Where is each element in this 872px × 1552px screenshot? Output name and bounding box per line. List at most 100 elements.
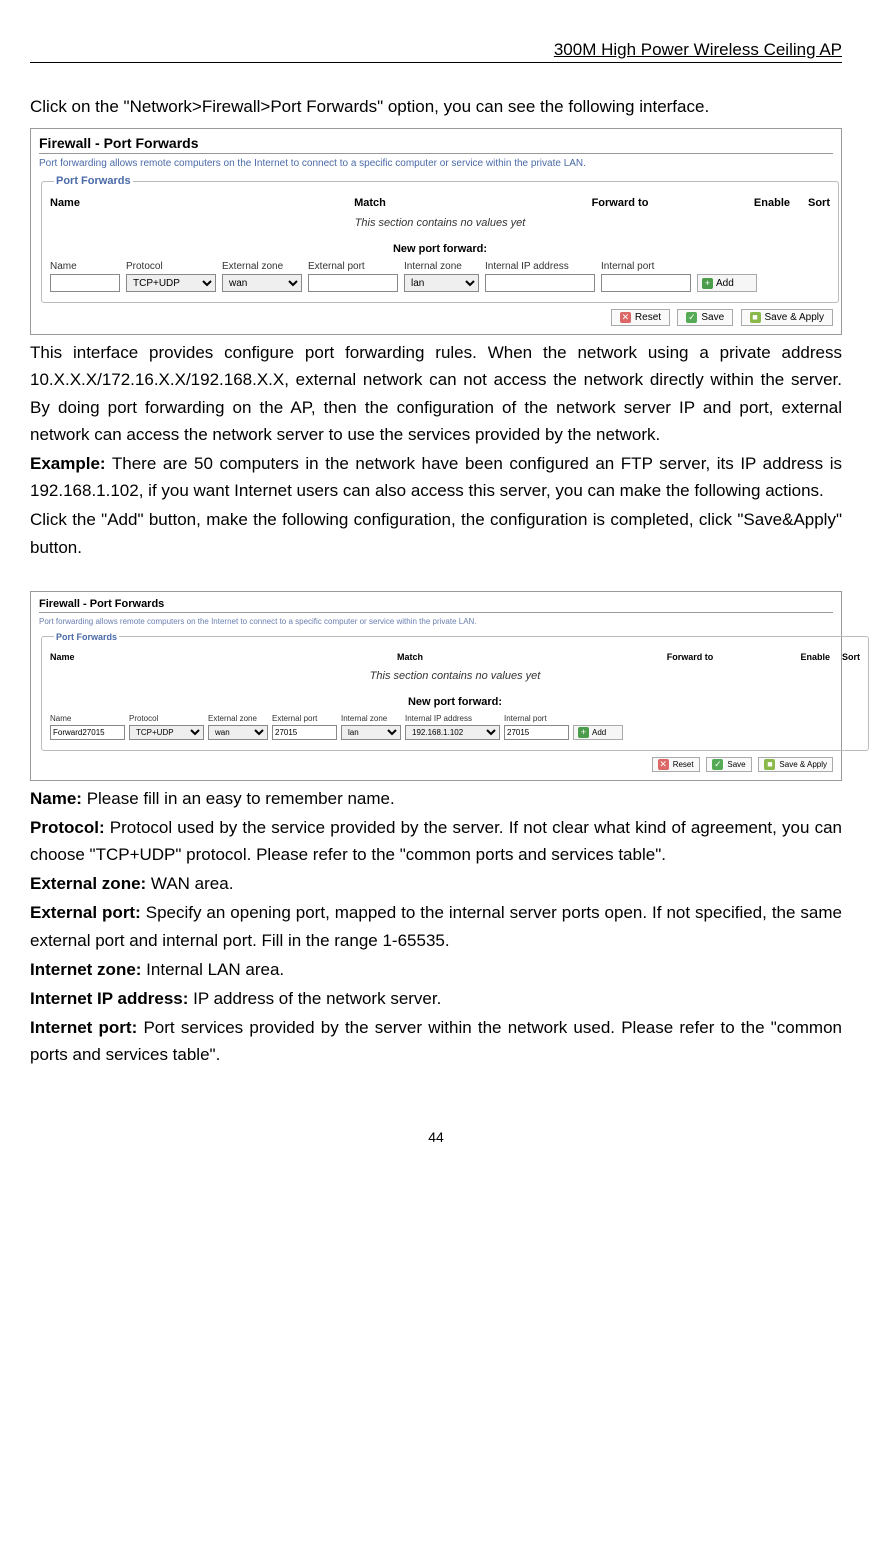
body-paragraph-2: Click the "Add" button, make the followi… [30, 506, 842, 560]
save-apply-label: Save & Apply [765, 312, 824, 323]
label-intzone: Internal zone [404, 261, 479, 272]
fieldset-legend: Port Forwards [54, 175, 133, 187]
port-forwards-fieldset: Port Forwards Name Match Forward to Enab… [41, 632, 869, 751]
panel-description: Port forwarding allows remote computers … [39, 158, 833, 169]
extzone-select[interactable]: wan [208, 725, 268, 740]
col-enable: Enable [780, 652, 830, 662]
extport-input[interactable] [308, 274, 398, 292]
intport-input[interactable] [601, 274, 691, 292]
reset-button[interactable]: ✕ Reset [611, 309, 670, 326]
save-apply-icon: ■ [750, 312, 761, 323]
def-protocol-text: Protocol used by the service provided by… [30, 818, 842, 864]
protocol-select[interactable]: TCP+UDP [129, 725, 204, 740]
extport-input[interactable] [272, 725, 337, 740]
intro-paragraph: Click on the "Network>Firewall>Port Forw… [30, 93, 842, 120]
label-extzone: External zone [208, 714, 268, 723]
intzone-select[interactable]: lan [341, 725, 401, 740]
reset-label: Reset [673, 760, 694, 769]
col-sort: Sort [790, 197, 830, 209]
page-header: 300M High Power Wireless Ceiling AP [30, 40, 842, 63]
form-labels-row: Name Protocol External zone External por… [50, 261, 830, 272]
def-intip-label: Internet IP address: [30, 989, 188, 1008]
save-icon: ✓ [686, 312, 697, 323]
def-intzone-text: Internal LAN area. [141, 960, 284, 979]
label-extzone: External zone [222, 261, 302, 272]
def-intport-text: Port services provided by the server wit… [30, 1018, 842, 1064]
label-name: Name [50, 261, 120, 272]
save-apply-label: Save & Apply [779, 760, 827, 769]
label-intzone: Internal zone [341, 714, 401, 723]
table-header-row: Name Match Forward to Enable Sort [50, 197, 830, 209]
label-intip: Internal IP address [485, 261, 595, 272]
screenshot-panel-1: Firewall - Port Forwards Port forwarding… [30, 128, 842, 335]
form-labels-row: Name Protocol External zone External por… [50, 714, 860, 723]
add-button[interactable]: + Add [573, 725, 623, 740]
save-button[interactable]: ✓ Save [677, 309, 733, 326]
table-header-row: Name Match Forward to Enable Sort [50, 652, 860, 662]
form-inputs-row: TCP+UDP wan lan + Add [50, 274, 830, 292]
save-label: Save [701, 312, 724, 323]
save-label: Save [727, 760, 745, 769]
example-text: There are 50 computers in the network ha… [30, 454, 842, 500]
save-apply-button[interactable]: ■ Save & Apply [741, 309, 833, 326]
form-inputs-row: TCP+UDP wan lan 192.168.1.102 + Add [50, 725, 860, 740]
add-icon: + [702, 278, 713, 289]
protocol-select[interactable]: TCP+UDP [126, 274, 216, 292]
action-buttons-row: ✕ Reset ✓ Save ■ Save & Apply [39, 309, 833, 326]
col-name: Name [50, 197, 220, 209]
def-intzone-label: Internet zone: [30, 960, 141, 979]
reset-label: Reset [635, 312, 661, 323]
save-apply-icon: ■ [764, 759, 775, 770]
label-extport: External port [308, 261, 398, 272]
name-input[interactable] [50, 725, 125, 740]
field-definitions: Name: Please fill in an easy to remember… [30, 785, 842, 1069]
empty-table-note: This section contains no values yet [50, 670, 860, 682]
def-extzone-text: WAN area. [146, 874, 233, 893]
body-paragraph-1: This interface provides configure port f… [30, 339, 842, 448]
label-protocol: Protocol [126, 261, 216, 272]
example-paragraph: Example: There are 50 computers in the n… [30, 450, 842, 504]
save-apply-button[interactable]: ■ Save & Apply [758, 757, 833, 772]
intip-select[interactable]: 192.168.1.102 [405, 725, 500, 740]
empty-table-note: This section contains no values yet [50, 217, 830, 229]
col-name: Name [50, 652, 220, 662]
new-port-heading: New port forward: [50, 696, 860, 708]
intzone-select[interactable]: lan [404, 274, 479, 292]
def-extport-label: External port: [30, 903, 141, 922]
reset-icon: ✕ [620, 312, 631, 323]
label-name: Name [50, 714, 125, 723]
extzone-select[interactable]: wan [222, 274, 302, 292]
add-icon: + [578, 727, 589, 738]
panel-title: Firewall - Port Forwards [39, 135, 833, 154]
col-match: Match [220, 197, 520, 209]
col-match: Match [220, 652, 600, 662]
def-protocol-label: Protocol: [30, 818, 105, 837]
def-extport-text: Specify an opening port, mapped to the i… [30, 903, 842, 949]
page-number: 44 [30, 1129, 842, 1145]
panel-title: Firewall - Port Forwards [39, 598, 833, 613]
intport-input[interactable] [504, 725, 569, 740]
label-intport: Internal port [601, 261, 691, 272]
col-forward: Forward to [520, 197, 720, 209]
add-button[interactable]: + Add [697, 274, 757, 292]
def-intip-text: IP address of the network server. [188, 989, 441, 1008]
add-label: Add [716, 278, 734, 289]
save-button[interactable]: ✓ Save [706, 757, 751, 772]
label-protocol: Protocol [129, 714, 204, 723]
label-intip: Internal IP address [405, 714, 500, 723]
col-enable: Enable [720, 197, 790, 209]
fieldset-legend: Port Forwards [54, 632, 119, 642]
screenshot-panel-2: Firewall - Port Forwards Port forwarding… [30, 591, 842, 781]
label-intport: Internal port [504, 714, 569, 723]
def-name-label: Name: [30, 789, 82, 808]
port-forwards-fieldset: Port Forwards Name Match Forward to Enab… [41, 175, 839, 303]
name-input[interactable] [50, 274, 120, 292]
intip-input[interactable] [485, 274, 595, 292]
col-forward: Forward to [600, 652, 780, 662]
def-extzone-label: External zone: [30, 874, 146, 893]
new-port-heading: New port forward: [50, 243, 830, 255]
def-name-text: Please fill in an easy to remember name. [82, 789, 395, 808]
panel-description: Port forwarding allows remote computers … [39, 617, 833, 626]
action-buttons-row: ✕ Reset ✓ Save ■ Save & Apply [39, 757, 833, 772]
reset-button[interactable]: ✕ Reset [652, 757, 700, 772]
